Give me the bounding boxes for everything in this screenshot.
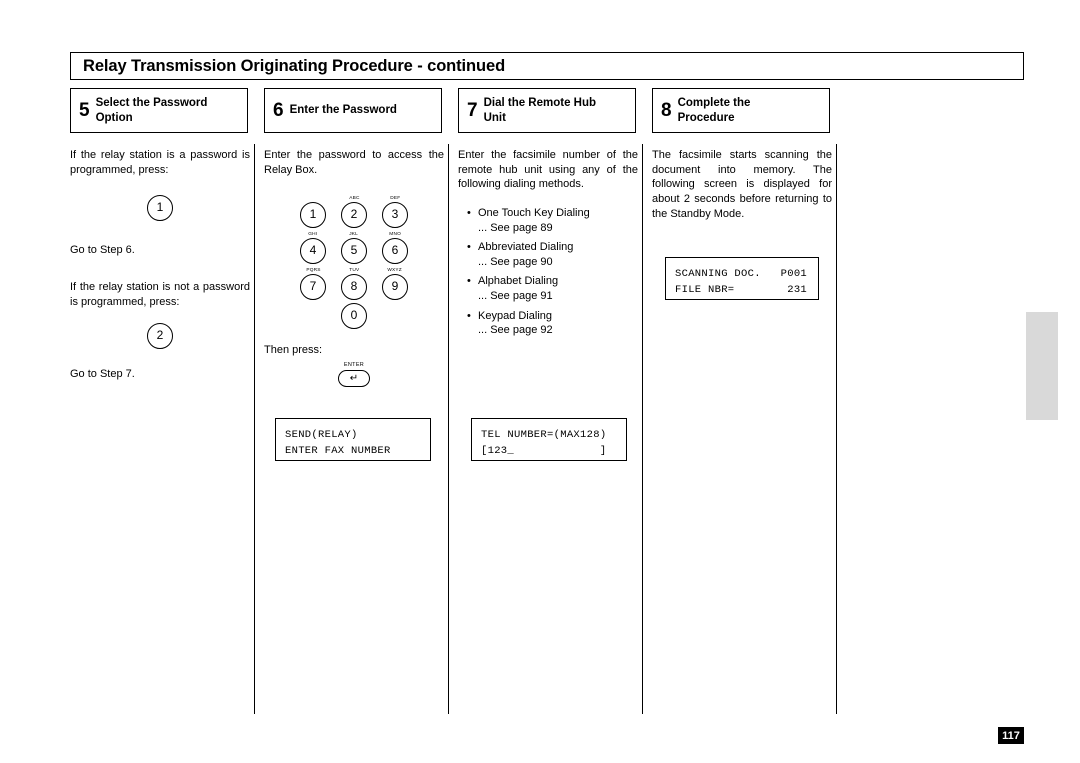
step7-paragraph-1: Enter the facsimile number of the remote…	[458, 149, 638, 191]
keypad-key-3-alpha: DEF	[389, 195, 401, 202]
step-column-6: Enter the password to access the Relay B…	[264, 148, 444, 388]
keypad-key-8-wrap: TUV 8	[340, 267, 368, 301]
keypad-key-9[interactable]: 9	[382, 274, 408, 301]
step-label-8-line2: Procedure	[677, 111, 735, 124]
keypad-row-2: GHI 4 JKL 5 MNO 6	[299, 231, 409, 265]
step-label-5-line2: Option	[95, 111, 133, 124]
column-divider	[448, 144, 449, 714]
keypad-key-4-alpha: GHI	[308, 231, 318, 238]
step5-goto-step6: Go to Step 6.	[70, 244, 135, 257]
keypad-key-9-alpha: WXYZ	[387, 267, 403, 274]
dialing-method-title: Alphabet Dialing	[478, 275, 559, 288]
keypad-key-0[interactable]: 0	[341, 303, 367, 330]
page-title: Relay Transmission Originating Procedure…	[83, 56, 506, 75]
step5-key-1-wrap: 1	[70, 195, 250, 222]
keypad-key-6-wrap: MNO 6	[381, 231, 409, 265]
enter-key-label: ENTER	[343, 361, 365, 368]
keypad-key-6[interactable]: 6	[382, 238, 408, 265]
column-divider	[642, 144, 643, 714]
keypad-row-4: 0	[299, 303, 409, 330]
step-header-5: 5 Select the Password Option	[70, 88, 248, 133]
lcd-display-send-relay: SEND(RELAY) ENTER FAX NUMBER	[275, 418, 431, 461]
step-label-7: Dial the Remote Hub Unit	[484, 96, 596, 125]
list-item: • Alphabet Dialing ... See page 91	[458, 274, 638, 303]
keypad-key-1[interactable]: 1	[300, 202, 326, 229]
list-item: • Keypad Dialing ... See page 92	[458, 309, 638, 338]
keypad-key-6-alpha: MNO	[389, 231, 401, 238]
manual-page: Relay Transmission Originating Procedure…	[0, 0, 1080, 763]
side-tab-marker	[1026, 312, 1058, 420]
step5-goto-step7: Go to Step 7.	[70, 368, 135, 381]
keypad-row-3: PQRS 7 TUV 8 WXYZ 9	[299, 267, 409, 301]
keypad-key-4[interactable]: 4	[300, 238, 326, 265]
step-label-7-line1: Dial the Remote Hub	[483, 97, 597, 110]
keypad-key-3-wrap: DEF 3	[381, 195, 409, 229]
lcd-display-scanning-doc: SCANNING DOC. P001 FILE NBR= 231	[665, 257, 819, 300]
dialing-method-see: ... See page 90	[478, 255, 553, 268]
keypad-row-1: 1 ABC 2 DEF 3	[299, 195, 409, 229]
step5-paragraph-1: If the relay station is a password is pr…	[70, 149, 250, 176]
numeric-keypad: 1 ABC 2 DEF 3 GHI 4 JKL 5 MNO 6 PQRS 7 T…	[299, 195, 409, 330]
step-number-6: 6	[273, 100, 284, 121]
enter-key-button[interactable]: ↵	[338, 370, 370, 388]
bullet-dot-icon: •	[467, 241, 471, 254]
step-column-8: The facsimile starts scanning the docume…	[652, 148, 832, 221]
keypad-key-9-wrap: WXYZ 9	[381, 267, 409, 301]
bullet-dot-icon: •	[467, 309, 471, 322]
keypad-key-1-wrap: 1	[299, 195, 327, 229]
bullet-dot-icon: •	[467, 206, 471, 219]
dialing-method-title: Abbreviated Dialing	[478, 241, 574, 254]
step-label-6-line1: Enter the Password	[289, 104, 397, 117]
dialing-methods-list: • One Touch Key Dialing ... See page 89 …	[458, 206, 638, 338]
enter-key-block: ENTER ↵	[264, 361, 444, 388]
step-label-6: Enter the Password	[290, 103, 397, 117]
step-label-5-line1: Select the Password	[95, 97, 208, 110]
step5-key-2-wrap: 2	[70, 323, 250, 350]
page-title-bar: Relay Transmission Originating Procedure…	[70, 52, 1024, 80]
step-header-8: 8 Complete the Procedure	[652, 88, 830, 133]
key-2-button[interactable]: 2	[147, 323, 173, 350]
page-number: 117	[998, 727, 1024, 744]
list-item: • One Touch Key Dialing ... See page 89	[458, 206, 638, 235]
step6-paragraph-1: Enter the password to access the Relay B…	[264, 149, 444, 176]
column-divider	[254, 144, 255, 714]
step-number-7: 7	[467, 100, 478, 121]
keypad-key-4-wrap: GHI 4	[299, 231, 327, 265]
keypad-key-5[interactable]: 5	[341, 238, 367, 265]
lcd-display-tel-number: TEL NUMBER=(MAX128) [123_ ]	[471, 418, 627, 461]
step-label-8-line1: Complete the	[677, 97, 751, 110]
dialing-method-see: ... See page 89	[478, 221, 553, 234]
bullet-dot-icon: •	[467, 275, 471, 288]
keypad-key-8-alpha: TUV	[348, 267, 360, 274]
keypad-key-8[interactable]: 8	[341, 274, 367, 301]
step8-paragraph-1: The facsimile starts scanning the docume…	[652, 149, 832, 220]
step-number-5: 5	[79, 100, 90, 121]
step6-then-press: Then press:	[264, 344, 323, 357]
dialing-method-title: One Touch Key Dialing	[478, 206, 590, 219]
column-divider	[836, 144, 837, 714]
keypad-key-2-alpha: ABC	[348, 195, 360, 202]
keypad-key-2-wrap: ABC 2	[340, 195, 368, 229]
keypad-key-7-alpha: PQRS	[305, 267, 321, 274]
step-label-7-line2: Unit	[483, 111, 506, 124]
keypad-key-7[interactable]: 7	[300, 274, 326, 301]
keypad-key-5-alpha: JKL	[349, 231, 359, 238]
step-label-5: Select the Password Option	[96, 96, 208, 125]
keypad-key-5-wrap: JKL 5	[340, 231, 368, 265]
step5-paragraph-2: If the relay station is not a password i…	[70, 280, 250, 308]
dialing-method-title: Keypad Dialing	[478, 309, 552, 322]
keypad-key-3[interactable]: 3	[382, 202, 408, 229]
step-column-7: Enter the facsimile number of the remote…	[458, 148, 638, 343]
list-item: • Abbreviated Dialing ... See page 90	[458, 240, 638, 269]
step-header-6: 6 Enter the Password	[264, 88, 442, 133]
step-label-8: Complete the Procedure	[678, 96, 751, 125]
step-number-8: 8	[661, 100, 672, 121]
key-1-button[interactable]: 1	[147, 195, 173, 222]
dialing-method-see: ... See page 92	[478, 324, 553, 337]
keypad-key-2[interactable]: 2	[341, 202, 367, 229]
dialing-method-see: ... See page 91	[478, 290, 553, 302]
keypad-key-7-wrap: PQRS 7	[299, 267, 327, 301]
step-column-5: If the relay station is a password is pr…	[70, 148, 250, 382]
step-header-7: 7 Dial the Remote Hub Unit	[458, 88, 636, 133]
